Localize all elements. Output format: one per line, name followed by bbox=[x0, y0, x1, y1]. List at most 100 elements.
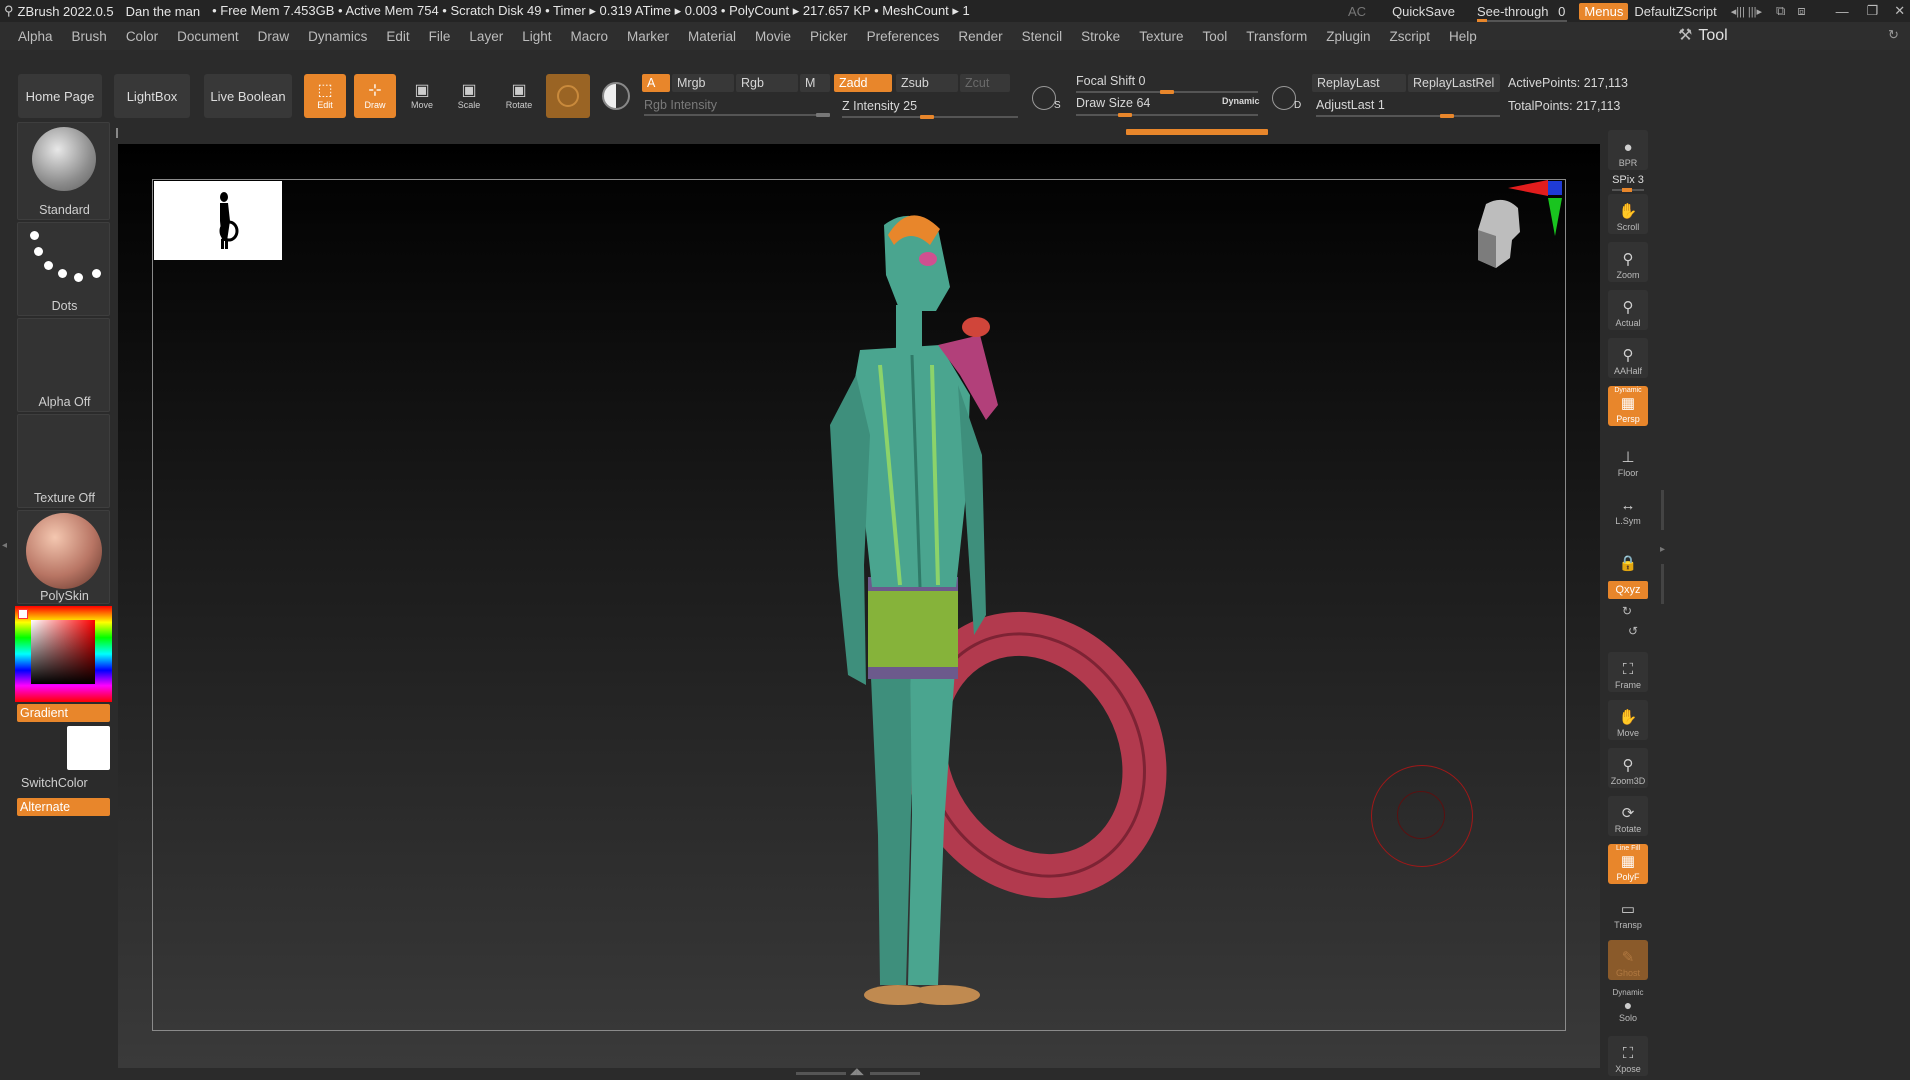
menu-document[interactable]: Document bbox=[177, 29, 239, 44]
xyz-rotate-toggle[interactable]: Qxyz bbox=[1608, 581, 1648, 599]
move-button[interactable]: ▣ Move bbox=[401, 74, 443, 118]
menu-movie[interactable]: Movie bbox=[755, 29, 791, 44]
color-saturation-square[interactable] bbox=[31, 620, 95, 684]
polyf-button[interactable]: Line Fill ▦ PolyF bbox=[1608, 844, 1648, 884]
menu-edit[interactable]: Edit bbox=[386, 29, 409, 44]
seethrough-slider[interactable]: See-through 0 bbox=[1476, 4, 1567, 23]
frame-button[interactable]: ⛶ Frame bbox=[1608, 652, 1648, 692]
menus-toggle-button[interactable]: Menus bbox=[1579, 2, 1629, 20]
menu-help[interactable]: Help bbox=[1449, 29, 1477, 44]
bottom-tray-handle[interactable]: ◢◣ bbox=[796, 1066, 920, 1078]
menu-preferences[interactable]: Preferences bbox=[867, 29, 940, 44]
adjust-last-knob[interactable] bbox=[1440, 114, 1454, 118]
alternate-toggle[interactable]: Alternate bbox=[17, 798, 110, 816]
menu-draw[interactable]: Draw bbox=[258, 29, 290, 44]
rotate-y-icon[interactable]: ↻ bbox=[1622, 604, 1632, 618]
persp-button[interactable]: Dynamic ▦ Persp bbox=[1608, 386, 1648, 426]
adjust-last-track[interactable] bbox=[1316, 115, 1500, 117]
right-tray-handle[interactable]: ▸ bbox=[1660, 490, 1666, 610]
left-tray-handle[interactable]: ◂ bbox=[2, 540, 8, 566]
orientation-gizmo[interactable] bbox=[1456, 174, 1568, 304]
menu-marker[interactable]: Marker bbox=[627, 29, 669, 44]
zoom-button[interactable]: ⚲ Zoom bbox=[1608, 242, 1648, 282]
draw-size-knob[interactable] bbox=[1118, 113, 1132, 117]
stroke-selector[interactable]: Dots bbox=[17, 222, 110, 316]
restore-icon[interactable]: ❐ bbox=[1867, 3, 1879, 19]
switch-color-button[interactable]: SwitchColor bbox=[21, 776, 88, 790]
solo-button[interactable]: Dynamic ● Solo bbox=[1608, 988, 1648, 1032]
ui-layout-icon[interactable]: ⧈ bbox=[1797, 3, 1805, 19]
rgb-intensity-slider[interactable]: Rgb Intensity bbox=[644, 98, 717, 112]
replay-last-rel-button[interactable]: ReplayLastRel bbox=[1408, 74, 1500, 92]
menu-render[interactable]: Render bbox=[958, 29, 1002, 44]
z-intensity-slider[interactable]: Z Intensity 25 bbox=[842, 99, 917, 113]
floor-button[interactable]: ⊥ Floor bbox=[1608, 440, 1648, 480]
default-zscript-button[interactable]: DefaultZScript bbox=[1634, 4, 1716, 19]
replay-last-button[interactable]: ReplayLast bbox=[1312, 74, 1406, 92]
focal-shift-knob[interactable] bbox=[1160, 90, 1174, 94]
menu-light[interactable]: Light bbox=[522, 29, 551, 44]
menu-texture[interactable]: Texture bbox=[1139, 29, 1183, 44]
home-page-button[interactable]: Home Page bbox=[18, 74, 102, 118]
lock-button[interactable]: 🔒 bbox=[1608, 536, 1648, 576]
menu-layer[interactable]: Layer bbox=[469, 29, 503, 44]
draw-size-slider[interactable]: Draw Size 64 bbox=[1076, 96, 1150, 110]
material-selector[interactable]: PolySkin bbox=[17, 510, 110, 604]
spix-slider[interactable]: SPix 3 bbox=[1608, 174, 1648, 192]
alpha-selector[interactable]: Alpha Off bbox=[17, 318, 110, 412]
mrgb-sphere-button[interactable] bbox=[598, 78, 634, 114]
lightbox-button[interactable]: LightBox bbox=[114, 74, 190, 118]
menu-color[interactable]: Color bbox=[126, 29, 158, 44]
menu-zplugin[interactable]: Zplugin bbox=[1326, 29, 1370, 44]
rotate-view-button[interactable]: ⟳ Rotate bbox=[1608, 796, 1648, 836]
zsub-button[interactable]: Zsub bbox=[896, 74, 958, 92]
menu-file[interactable]: File bbox=[429, 29, 451, 44]
3d-character-model[interactable] bbox=[760, 215, 1180, 1015]
menu-dynamics[interactable]: Dynamics bbox=[308, 29, 367, 44]
mrgb-button[interactable]: Mrgb bbox=[672, 74, 734, 92]
layout-arrows-icon[interactable]: ◂||| |||▸ bbox=[1731, 5, 1762, 18]
rgb-button[interactable]: Rgb bbox=[736, 74, 798, 92]
a-toggle[interactable]: A bbox=[642, 74, 670, 92]
lazy-mouse-s-button[interactable]: S bbox=[1030, 82, 1064, 116]
dynamic-toggle[interactable]: Dynamic bbox=[1222, 96, 1260, 106]
texture-selector[interactable]: Texture Off bbox=[17, 414, 110, 508]
secondary-color-swatch[interactable] bbox=[67, 726, 110, 770]
menu-stroke[interactable]: Stroke bbox=[1081, 29, 1120, 44]
navigator-thumbnail[interactable] bbox=[154, 181, 282, 260]
menu-macro[interactable]: Macro bbox=[570, 29, 608, 44]
focal-shift-slider[interactable]: Focal Shift 0 bbox=[1076, 74, 1146, 88]
menu-brush[interactable]: Brush bbox=[72, 29, 107, 44]
zcut-button[interactable]: Zcut bbox=[960, 74, 1010, 92]
rgb-intensity-knob[interactable] bbox=[816, 113, 830, 117]
actual-button[interactable]: ⚲ Actual bbox=[1608, 290, 1648, 330]
bpr-button[interactable]: ● BPR bbox=[1608, 130, 1648, 170]
edit-button[interactable]: ⬚ Edit bbox=[304, 74, 346, 118]
lazy-mouse-d-button[interactable]: D bbox=[1270, 82, 1304, 116]
quicksave-button[interactable]: QuickSave bbox=[1392, 4, 1455, 19]
move-view-button[interactable]: ✋ Move bbox=[1608, 700, 1648, 740]
menu-transform[interactable]: Transform bbox=[1246, 29, 1307, 44]
ghost-button[interactable]: ✎ Ghost bbox=[1608, 940, 1648, 980]
draw-button[interactable]: ⊹ Draw bbox=[354, 74, 396, 118]
zoom3d-button[interactable]: ⚲ Zoom3D bbox=[1608, 748, 1648, 788]
rotate-button[interactable]: ▣ Rotate bbox=[498, 74, 540, 118]
brush-selector[interactable]: Standard bbox=[17, 122, 110, 220]
minimize-icon[interactable]: — bbox=[1836, 4, 1849, 19]
zadd-button[interactable]: Zadd bbox=[834, 74, 892, 92]
palette-refresh-icon[interactable]: ↻ bbox=[1888, 27, 1899, 43]
z-intensity-knob[interactable] bbox=[920, 115, 934, 119]
material-toggle-button[interactable] bbox=[546, 74, 590, 118]
rgb-intensity-track[interactable] bbox=[644, 114, 830, 116]
transp-button[interactable]: ▭ Transp bbox=[1608, 892, 1648, 932]
m-button[interactable]: M bbox=[800, 74, 830, 92]
menu-stencil[interactable]: Stencil bbox=[1022, 29, 1063, 44]
main-color-swatch-icon[interactable] bbox=[18, 609, 28, 619]
menu-picker[interactable]: Picker bbox=[810, 29, 848, 44]
scale-button[interactable]: ▣ Scale bbox=[448, 74, 490, 118]
tool-palette-title[interactable]: ⚒ Tool bbox=[1678, 25, 1728, 45]
menu-tool[interactable]: Tool bbox=[1202, 29, 1227, 44]
gradient-toggle[interactable]: Gradient bbox=[17, 704, 110, 722]
close-icon[interactable]: ✕ bbox=[1894, 3, 1905, 19]
menu-zscript[interactable]: Zscript bbox=[1390, 29, 1431, 44]
